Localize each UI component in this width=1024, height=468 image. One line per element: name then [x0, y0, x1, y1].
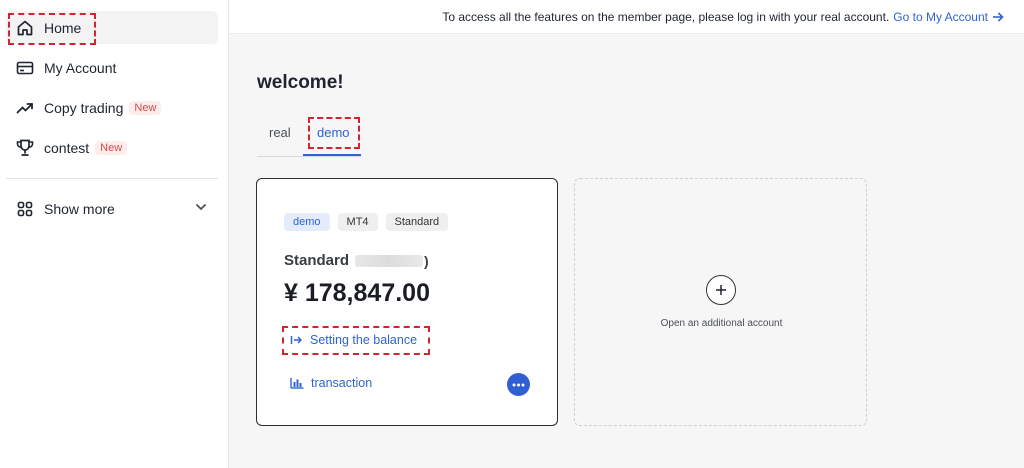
bar-chart-icon [290, 377, 304, 389]
new-badge: New [129, 100, 162, 115]
more-options-button[interactable] [507, 373, 530, 396]
tab-active-indicator [303, 154, 361, 156]
account-card: demo MT4 Standard Standard ) ¥ 178,847.0… [256, 178, 558, 426]
tab-real[interactable]: real [269, 125, 291, 140]
account-balance: ¥ 178,847.00 [284, 279, 430, 307]
tag-platform: MT4 [337, 213, 378, 231]
setting-balance-label: Setting the balance [310, 333, 418, 347]
ellipsis-icon [512, 383, 525, 387]
card-icon [15, 58, 35, 78]
account-name-label: Standard [284, 252, 350, 269]
tag-demo: demo [284, 213, 330, 231]
sidebar-item-label: My Account [44, 59, 117, 76]
page-title: welcome! [257, 72, 344, 93]
go-to-my-account-link[interactable]: Go to My Account [893, 10, 1004, 24]
grid-icon [15, 199, 35, 219]
sidebar-item-copy-trading[interactable]: Copy trading New [6, 91, 218, 124]
sidebar-item-label: contest [44, 139, 90, 156]
tag-account-type: Standard [385, 213, 449, 231]
sidebar-item-contest[interactable]: contest New [6, 131, 218, 164]
trending-up-icon [15, 98, 35, 118]
main-content: To access all the features on the member… [229, 0, 1024, 468]
setting-balance-link[interactable]: Setting the balance [290, 333, 417, 347]
transaction-label: transaction [311, 376, 373, 390]
account-name-paren: ) [424, 252, 429, 269]
sidebar: Home My Account Copy trading New contest… [0, 0, 229, 468]
redacted-account-number [355, 254, 424, 267]
account-name: Standard ) [284, 252, 429, 269]
sidebar-item-home[interactable]: Home [6, 11, 218, 44]
trophy-icon [15, 138, 35, 158]
go-to-my-account-label: Go to My Account [893, 9, 988, 24]
sidebar-item-label: Show more [44, 200, 115, 217]
account-type-tabs: real demo [257, 118, 361, 157]
home-icon [15, 18, 35, 38]
login-notice-text: To access all the features on the member… [442, 9, 890, 24]
app-root: Home My Account Copy trading New contest… [0, 0, 1024, 468]
sidebar-item-show-more[interactable]: Show more [6, 192, 218, 225]
plus-icon [706, 275, 736, 305]
account-tags: demo MT4 Standard [284, 213, 449, 231]
sidebar-item-label: Home [44, 19, 82, 36]
arrow-to-bar-icon [290, 334, 302, 346]
transaction-link[interactable]: transaction [290, 376, 372, 390]
open-additional-account-label: Open an additional account [660, 318, 783, 329]
sidebar-item-label: Copy trading [44, 99, 124, 116]
new-badge: New [95, 140, 128, 155]
chevron-down-icon [194, 200, 208, 219]
sidebar-item-my-account[interactable]: My Account [6, 51, 218, 84]
login-notice-bar: To access all the features on the member… [229, 0, 1024, 34]
sidebar-divider [6, 178, 218, 179]
tab-demo[interactable]: demo [317, 125, 350, 140]
open-additional-account-card[interactable]: Open an additional account [574, 178, 867, 426]
arrow-right-icon [992, 11, 1004, 23]
